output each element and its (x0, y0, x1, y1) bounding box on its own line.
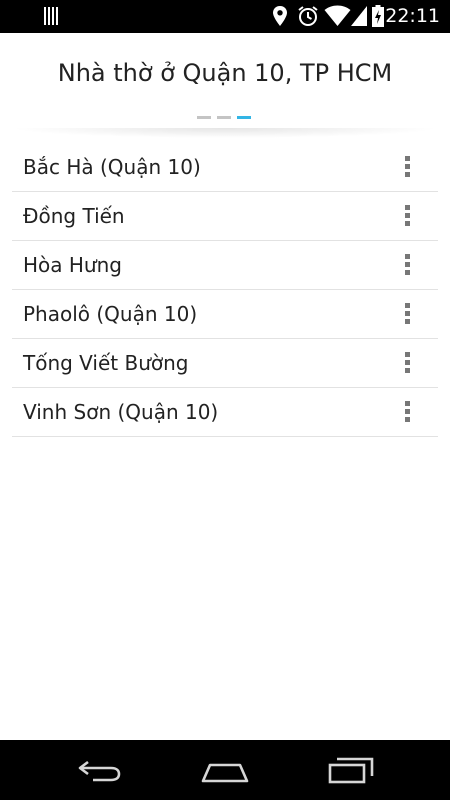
navigation-bar (0, 740, 450, 800)
page-indicator (197, 116, 253, 119)
signal-icon (351, 6, 367, 26)
status-bar: 22:11 (0, 0, 450, 33)
overflow-menu-icon[interactable] (403, 156, 411, 178)
list-item-label: Đồng Tiến (23, 204, 125, 228)
overflow-menu-icon[interactable] (403, 205, 411, 227)
battery-charging-icon (372, 5, 384, 27)
page-title: Nhà thờ ở Quận 10, TP HCM (57, 59, 393, 87)
wifi-icon (324, 5, 351, 26)
list-item[interactable]: Đồng Tiến (12, 192, 438, 241)
page-dot-active (237, 116, 251, 119)
notification-icon (44, 7, 62, 25)
list-item-label: Bắc Hà (Quận 10) (23, 155, 201, 179)
list-item-label: Tống Viết Bường (23, 351, 189, 375)
header: Nhà thờ ở Quận 10, TP HCM (0, 33, 450, 131)
list-item[interactable]: Phaolô (Quận 10) (12, 290, 438, 339)
overflow-menu-icon[interactable] (403, 303, 411, 325)
back-icon[interactable] (75, 754, 125, 786)
location-icon (273, 6, 287, 26)
header-shadow (10, 128, 440, 138)
recent-apps-icon[interactable] (327, 754, 377, 786)
list-item-label: Hòa Hưng (23, 253, 122, 277)
church-list: Bắc Hà (Quận 10) Đồng Tiến Hòa Hưng Phao… (12, 143, 438, 437)
overflow-menu-icon[interactable] (403, 401, 411, 423)
list-item-label: Vinh Sơn (Quận 10) (23, 400, 219, 424)
page-dot (217, 116, 231, 119)
alarm-icon (298, 6, 318, 26)
list-item[interactable]: Tống Viết Bường (12, 339, 438, 388)
overflow-menu-icon[interactable] (403, 352, 411, 374)
overflow-menu-icon[interactable] (403, 254, 411, 276)
list-item[interactable]: Vinh Sơn (Quận 10) (12, 388, 438, 437)
page-dot (197, 116, 211, 119)
list-item[interactable]: Hòa Hưng (12, 241, 438, 290)
list-item[interactable]: Bắc Hà (Quận 10) (12, 143, 438, 192)
home-icon[interactable] (200, 754, 250, 786)
list-item-label: Phaolô (Quận 10) (23, 302, 198, 326)
clock: 22:11 (385, 5, 440, 27)
